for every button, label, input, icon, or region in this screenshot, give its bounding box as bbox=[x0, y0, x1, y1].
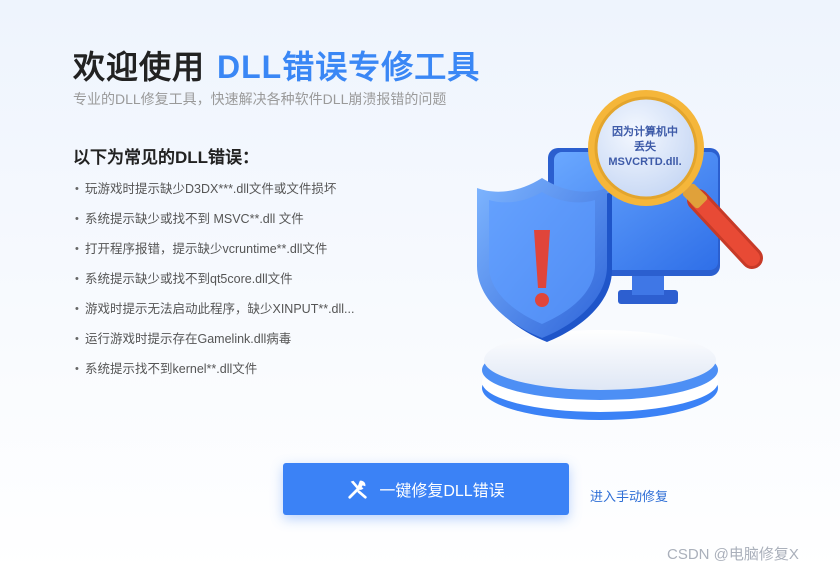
magnifier-line: MSVCRTD.dll. bbox=[608, 156, 682, 168]
tools-icon bbox=[348, 480, 368, 499]
error-text: 玩游戏时提示缺少D3DX***.dll文件或文件损坏 bbox=[85, 182, 337, 196]
fix-button-label: 一键修复DLL错误 bbox=[379, 483, 505, 500]
error-text: 打开程序报错，提示缺少vcruntime**.dll文件 bbox=[85, 242, 328, 256]
bullet: • bbox=[75, 303, 79, 315]
manual-fix-link[interactable]: 进入手动修复 bbox=[590, 486, 668, 505]
list-item: • 游戏时提示无法启动此程序，缺少XINPUT**.dll... bbox=[75, 298, 354, 328]
list-item: • 系统提示缺少或找不到 MSVC**.dll 文件 bbox=[75, 208, 354, 238]
bullet: • bbox=[75, 333, 79, 345]
title-prefix: 欢迎使用 bbox=[73, 49, 206, 85]
error-text: 系统提示找不到kernel**.dll文件 bbox=[85, 362, 258, 376]
bullet: • bbox=[75, 363, 79, 375]
bullet: • bbox=[75, 213, 79, 225]
title-accent: DLL错误专修工具 bbox=[217, 49, 481, 85]
error-text: 游戏时提示无法启动此程序，缺少XINPUT**.dll... bbox=[85, 302, 355, 316]
list-item: • 玩游戏时提示缺少D3DX***.dll文件或文件损坏 bbox=[75, 178, 354, 208]
magnifier-text: 因为计算机中 丢失 MSVCRTD.dll. bbox=[596, 125, 694, 170]
error-text: 运行游戏时提示存在Gamelink.dll病毒 bbox=[85, 332, 292, 346]
bullet: • bbox=[75, 243, 79, 255]
list-item: • 运行游戏时提示存在Gamelink.dll病毒 bbox=[75, 328, 354, 358]
error-list: • 玩游戏时提示缺少D3DX***.dll文件或文件损坏 • 系统提示缺少或找不到 … bbox=[75, 178, 354, 388]
bullet: • bbox=[75, 273, 79, 285]
platform bbox=[482, 330, 718, 420]
magnifier-line: 因为计算机中 bbox=[612, 126, 678, 138]
error-text: 系统提示缺少或找不到 MSVC**.dll 文件 bbox=[85, 212, 304, 226]
one-click-fix-button[interactable]: 一键修复DLL错误 bbox=[283, 463, 569, 515]
magnifier-line: 丢失 bbox=[634, 141, 656, 153]
list-item: • 系统提示缺少或找不到qt5core.dll文件 bbox=[75, 268, 354, 298]
bullet: • bbox=[75, 183, 79, 195]
error-text: 系统提示缺少或找不到qt5core.dll文件 bbox=[85, 272, 293, 286]
page-title: 欢迎使用 DLL错误专修工具 bbox=[73, 42, 480, 88]
illustration bbox=[477, 90, 763, 420]
list-item: • 系统提示找不到kernel**.dll文件 bbox=[75, 358, 354, 388]
page-subtitle: 专业的DLL修复工具，快速解决各种软件DLL崩溃报错的问题 bbox=[73, 91, 447, 107]
shield-icon bbox=[477, 178, 612, 342]
errors-heading: 以下为常见的DLL错误： bbox=[73, 148, 260, 167]
list-item: • 打开程序报错，提示缺少vcruntime**.dll文件 bbox=[75, 238, 354, 268]
watermark: CSDN @电脑修复X bbox=[667, 546, 799, 563]
